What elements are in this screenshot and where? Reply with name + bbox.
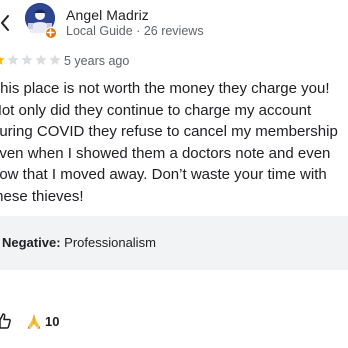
attribute-label: Negative: [2,235,61,250]
review-line: now that I moved away. Don’t waste your … [0,166,327,183]
star-empty-icon [49,54,61,65]
chevron-left-icon [1,15,9,31]
review-line: these thieves! [0,187,84,205]
star-empty-icon [35,54,47,65]
reaction-button[interactable]: 10 [26,312,59,330]
local-guide-badge-icon [46,28,55,37]
like-button[interactable] [0,312,12,330]
folded-hands-emoji [27,314,41,329]
attribute-value: Professionalism [60,235,156,250]
local-guide-badge [45,27,57,39]
review-date: 5 years ago [64,54,130,68]
review-line: This place is not worth the money they c… [0,80,330,97]
reaction-count: 10 [45,313,60,329]
review-line: during COVID they refuse to cancel my me… [0,123,338,140]
back-button[interactable] [0,10,12,36]
attribute-row: Negative: Professionalism [2,235,156,250]
review-text: This place is not worth the money they c… [0,78,348,207]
review-line: Not only did they continue to charge my … [0,101,312,119]
thumbs-up-icon [0,313,11,329]
star-empty-icon [7,54,19,65]
review-line: even when I showed them a doctors note a… [0,144,331,162]
review-attributes: Negative: Professionalism [0,216,348,270]
author-name[interactable]: Angel Madriz [66,7,149,23]
author-meta: Local Guide · 26 reviews [66,24,204,38]
star-rating [0,53,62,67]
review-detail-page: Angel Madriz Local Guide · 26 reviews 5 … [0,0,348,348]
star-empty-icon [21,54,33,65]
